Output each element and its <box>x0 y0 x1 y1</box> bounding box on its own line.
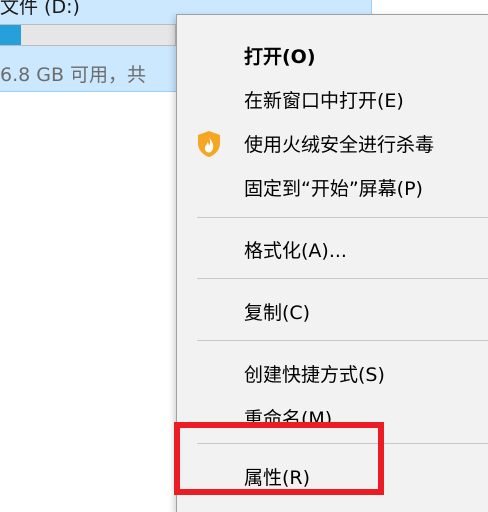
menu-item-properties[interactable]: 属性(R) <box>177 455 488 495</box>
menu-separator <box>197 443 488 444</box>
menu-item-pin-to-start[interactable]: 固定到“开始”屏幕(P) <box>177 166 488 206</box>
menu-item-label: 属性(R) <box>244 467 311 489</box>
menu-item-label: 创建快捷方式(S) <box>244 364 385 386</box>
menu-item-format[interactable]: 格式化(A)... <box>177 228 488 268</box>
menu-item-label: 使用火绒安全进行杀毒 <box>244 134 435 156</box>
menu-item-copy[interactable]: 复制(C) <box>177 290 488 330</box>
menu-separator <box>197 340 488 341</box>
menu-item-label: 格式化(A)... <box>244 240 347 262</box>
menu-item-label: 复制(C) <box>244 302 311 324</box>
menu-item-open-new-window[interactable]: 在新窗口中打开(E) <box>177 78 488 118</box>
drive-usage-fill <box>0 25 21 45</box>
context-menu: 打开(O) 在新窗口中打开(E) 使用火绒安全进行杀毒 固定到“开始”屏幕(P)… <box>176 14 488 512</box>
menu-item-label: 打开(O) <box>244 46 316 68</box>
menu-separator <box>197 278 488 279</box>
menu-item-scan-huorong[interactable]: 使用火绒安全进行杀毒 <box>177 122 488 162</box>
shield-flame-icon <box>198 131 220 157</box>
drive-name: 文件 (D:) <box>0 0 80 18</box>
menu-separator <box>197 217 488 218</box>
menu-item-label: 在新窗口中打开(E) <box>244 90 404 112</box>
drive-free-space: 6.8 GB 可用，共 <box>0 64 147 86</box>
menu-item-label: 固定到“开始”屏幕(P) <box>244 178 423 200</box>
menu-item-open[interactable]: 打开(O) <box>177 34 488 74</box>
menu-item-label: 重命名(M) <box>244 408 333 430</box>
drive-usage-bar <box>0 24 176 46</box>
menu-item-create-shortcut[interactable]: 创建快捷方式(S) <box>177 352 488 392</box>
menu-item-rename[interactable]: 重命名(M) <box>177 396 488 436</box>
